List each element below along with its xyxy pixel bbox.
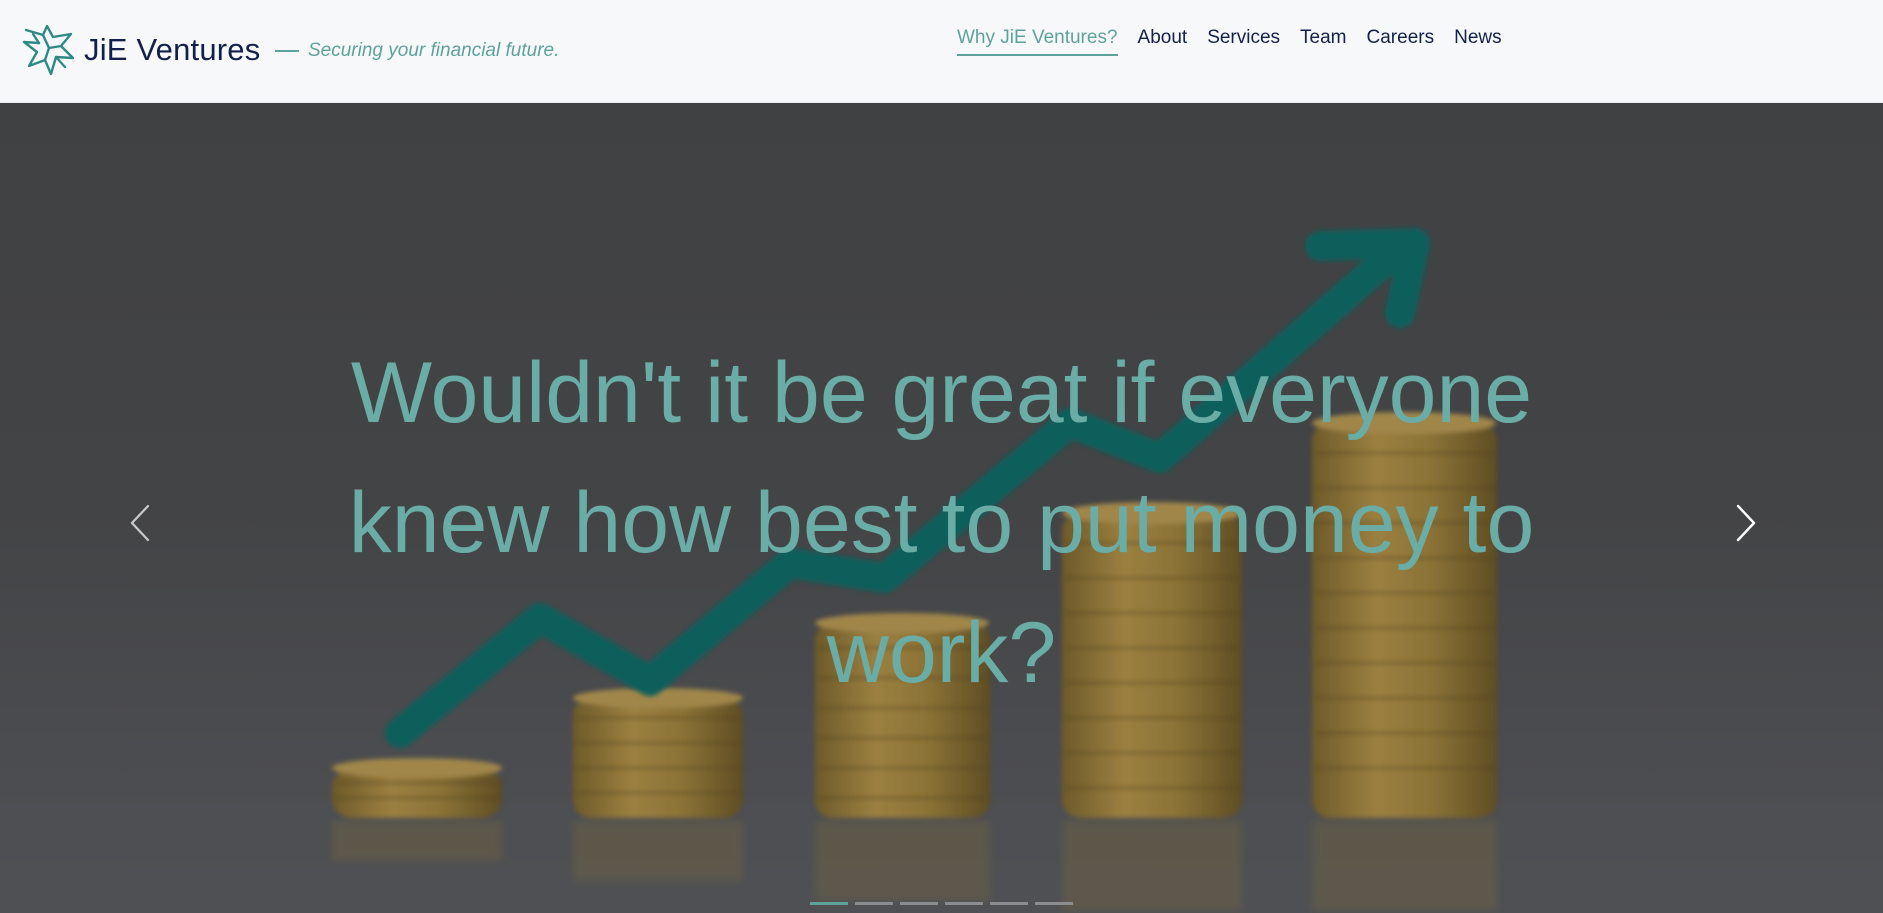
carousel-indicator-3[interactable] <box>900 902 938 905</box>
star-logo-icon <box>22 24 75 76</box>
nav-item-news[interactable]: News <box>1454 27 1502 56</box>
carousel-indicators <box>810 902 1080 905</box>
carousel-indicator-4[interactable] <box>945 902 983 905</box>
carousel-prev-button[interactable] <box>122 495 158 551</box>
chevron-right-icon <box>1736 504 1756 542</box>
tagline: Securing your financial future. <box>275 40 559 62</box>
nav-item-team[interactable]: Team <box>1300 27 1346 56</box>
site-header: JiE Ventures Securing your financial fut… <box>0 0 1883 103</box>
carousel-next-button[interactable] <box>1728 495 1764 551</box>
main-nav: Why JiE Ventures? About Services Team Ca… <box>957 27 1522 56</box>
nav-item-about[interactable]: About <box>1138 27 1188 56</box>
hero-carousel: Wouldn't it be great if everyone knew ho… <box>0 103 1883 913</box>
carousel-indicator-2[interactable] <box>855 902 893 905</box>
brand-logo-link[interactable]: JiE Ventures <box>21 22 260 78</box>
nav-item-services[interactable]: Services <box>1207 27 1280 56</box>
chevron-left-icon <box>130 504 150 542</box>
carousel-indicator-5[interactable] <box>990 902 1028 905</box>
tagline-dash <box>275 50 299 52</box>
tagline-text: Securing your financial future. <box>308 40 560 61</box>
brand-name: JiE Ventures <box>84 32 261 67</box>
hero-heading: Wouldn't it be great if everyone knew ho… <box>348 345 1535 701</box>
nav-item-careers[interactable]: Careers <box>1367 27 1435 56</box>
carousel-indicator-6[interactable] <box>1035 902 1073 905</box>
carousel-indicator-1[interactable] <box>810 902 848 905</box>
nav-item-why-jie-ventures[interactable]: Why JiE Ventures? <box>957 27 1118 56</box>
